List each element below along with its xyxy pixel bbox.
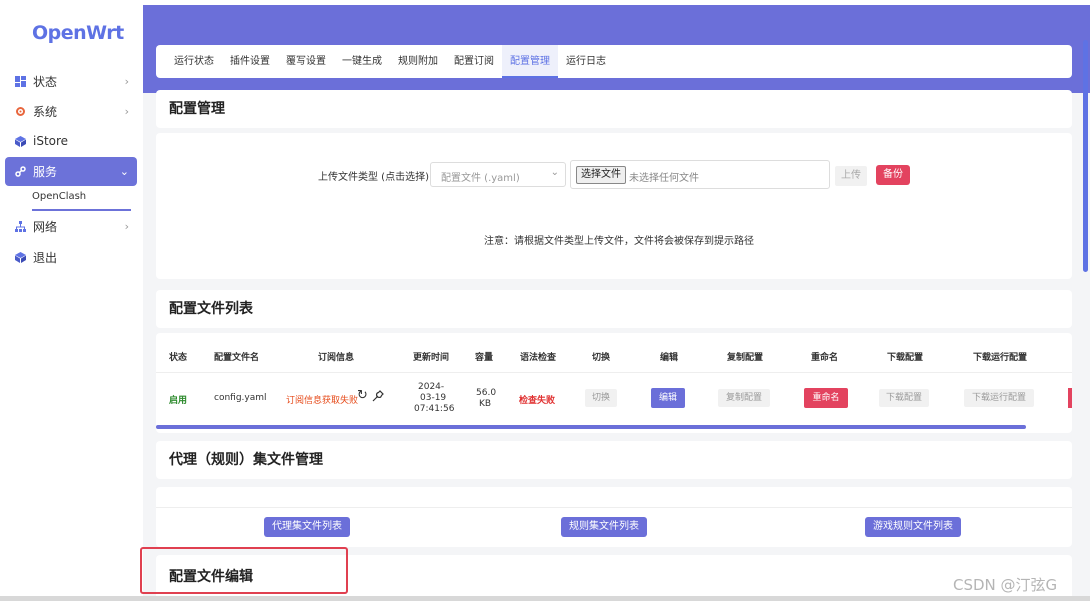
upload-type-label: 上传文件类型 (点击选择) [318, 172, 429, 183]
proxy-set-list-button[interactable]: 代理集文件列表 [264, 517, 350, 537]
refresh-icon[interactable]: ↻ [357, 388, 368, 403]
file-size-value: 56.0 [476, 388, 497, 398]
updated-time: 07:41:56 [414, 404, 455, 414]
config-list-header-card: 配置文件列表 [156, 290, 1072, 328]
sidebar-item-status[interactable]: 状态 › [5, 67, 137, 95]
col-header-rename: 重命名 [811, 353, 839, 363]
switch-button[interactable]: 切换 [585, 389, 617, 407]
download-config-button[interactable]: 下载配置 [879, 389, 929, 407]
col-header-copy: 复制配置 [727, 353, 764, 363]
download-running-config-button[interactable]: 下载运行配置 [964, 389, 1034, 407]
col-header-edit: 编辑 [660, 353, 679, 363]
updated-date-2: 03-19 [420, 393, 447, 403]
link-icon [14, 166, 26, 178]
col-header-switch: 切换 [592, 353, 611, 363]
sidebar-item-network[interactable]: 网络 › [5, 212, 137, 240]
cube-icon [14, 251, 26, 263]
syntax-check-result: 检查失败 [519, 396, 556, 406]
subscription-info: 订阅信息获取失败 [286, 396, 359, 406]
cube-icon [14, 135, 26, 147]
sidebar-item-istore[interactable]: iStore [5, 127, 137, 155]
backup-button[interactable]: 备份 [876, 165, 910, 185]
table-divider [156, 372, 1072, 373]
tab-rule-append[interactable]: 规则附加 [390, 45, 446, 78]
file-type-select[interactable]: 配置文件 (.yaml) ⌄ [430, 162, 566, 187]
config-table-card [156, 333, 1072, 433]
page-scrollbar[interactable] [1083, 40, 1088, 272]
tab-one-click-generate[interactable]: 一键生成 [334, 45, 390, 78]
sidebar-item-label: 状态 [33, 74, 58, 89]
main-content: 运行状态 插件设置 覆写设置 一键生成 规则附加 配置订阅 配置管理 运行日志 … [143, 0, 1090, 601]
upload-notice: 注意：请根据文件类型上传文件，文件将会被保存到提示路径 [484, 236, 754, 247]
rule-set-list-button[interactable]: 规则集文件列表 [561, 517, 647, 537]
col-header-filename: 配置文件名 [214, 353, 260, 363]
sidebar-item-label: iStore [33, 134, 69, 148]
section-title: 配置文件列表 [169, 301, 253, 317]
tab-config-management[interactable]: 配置管理 [502, 45, 558, 78]
rename-button[interactable]: 重命名 [804, 388, 848, 408]
upload-button[interactable]: 上传 [835, 166, 867, 186]
choose-file-button[interactable]: 选择文件 [576, 166, 626, 184]
watermark: CSDN @汀弦G [953, 576, 1058, 594]
highlight-box [140, 547, 348, 594]
chevron-right-icon: › [124, 104, 129, 118]
sidebar-item-label: 网络 [33, 219, 58, 234]
updated-date: 2024- [418, 382, 445, 392]
col-header-subscription: 订阅信息 [318, 353, 355, 363]
config-filename: config.yaml [214, 393, 267, 403]
file-input[interactable]: 选择文件 未选择任何文件 [570, 160, 830, 189]
sidebar: OpenWrt 状态 › 系统 › iStore 服务 ⌄ OpenClash … [0, 0, 143, 601]
col-header-download-running: 下载运行配置 [973, 353, 1028, 363]
file-status-text: 未选择任何文件 [629, 173, 699, 184]
sidebar-item-logout[interactable]: 退出 [5, 243, 137, 271]
game-rule-list-button[interactable]: 游戏规则文件列表 [865, 517, 961, 537]
truncated-delete-button[interactable] [1068, 388, 1072, 408]
dashboard-icon [14, 75, 26, 87]
tab-config-subscription[interactable]: 配置订阅 [446, 45, 502, 78]
network-icon [14, 220, 26, 232]
divider [156, 507, 1072, 508]
section-title: 代理（规则）集文件管理 [169, 452, 323, 468]
proxy-mgmt-header-card: 代理（规则）集文件管理 [156, 441, 1072, 479]
copy-config-button[interactable]: 复制配置 [718, 389, 770, 407]
tab-plugin-settings[interactable]: 插件设置 [222, 45, 278, 78]
file-size-unit: KB [479, 399, 492, 409]
table-horizontal-scrollbar[interactable] [156, 425, 1026, 429]
tab-run-status[interactable]: 运行状态 [166, 45, 222, 78]
gear-icon [14, 105, 26, 117]
brand-logo: OpenWrt [32, 22, 124, 44]
col-header-download: 下载配置 [887, 353, 924, 363]
chevron-down-icon: ⌄ [550, 167, 559, 178]
upload-card [156, 133, 1072, 279]
chevron-down-icon: ⌄ [119, 165, 129, 178]
status-badge: 启用 [169, 396, 188, 406]
col-header-size: 容量 [475, 353, 494, 363]
bottom-edge [0, 596, 1090, 601]
chevron-right-icon: › [124, 219, 129, 233]
sidebar-item-label: 服务 [33, 165, 58, 179]
tab-bar: 运行状态 插件设置 覆写设置 一键生成 规则附加 配置订阅 配置管理 运行日志 [156, 45, 1072, 78]
select-value: 配置文件 (.yaml) [441, 173, 520, 184]
config-mgmt-header-card: 配置管理 [156, 90, 1072, 128]
wrench-icon[interactable] [372, 390, 384, 405]
chevron-right-icon: › [124, 74, 129, 88]
edit-button[interactable]: 编辑 [651, 388, 685, 408]
sidebar-subitem-openclash[interactable]: OpenClash [32, 191, 131, 211]
sidebar-item-services[interactable]: 服务 ⌄ [5, 157, 137, 186]
tab-run-log[interactable]: 运行日志 [558, 45, 614, 78]
col-header-status: 状态 [169, 353, 188, 363]
tab-override-settings[interactable]: 覆写设置 [278, 45, 334, 78]
sidebar-item-label: 退出 [33, 250, 58, 265]
col-header-updated: 更新时间 [413, 353, 450, 363]
sidebar-item-label: 系统 [33, 104, 58, 119]
col-header-syntax: 语法检查 [520, 353, 557, 363]
section-title: 配置管理 [169, 101, 225, 117]
sidebar-item-system[interactable]: 系统 › [5, 97, 137, 125]
